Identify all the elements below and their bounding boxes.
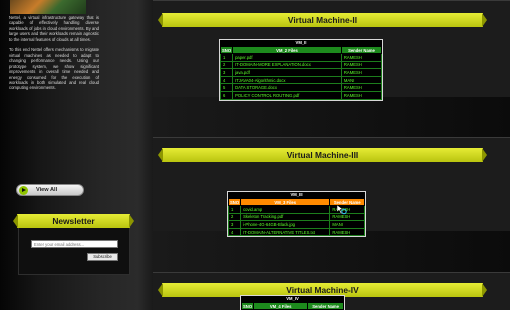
vm-ii-panel: Virtual Machine-II VM_II SNO VM_2 Files Se…	[153, 0, 510, 101]
row-number: 1	[219, 53, 234, 62]
column-header: VM_2 Files	[232, 46, 342, 54]
email-field[interactable]	[31, 240, 118, 248]
column-header: VM_4 Files	[253, 302, 309, 310]
column-header: SNO	[240, 302, 255, 310]
row-number: 3	[219, 68, 234, 77]
sender-name: RAMESH	[340, 60, 383, 70]
row-number: 1	[227, 205, 242, 214]
sender-name: RAMESH	[340, 90, 383, 100]
panel-title: Virtual Machine-II	[162, 13, 483, 27]
hero-image	[10, 0, 86, 14]
sidebar: Nettel, a virtual infrastructure gateway…	[0, 0, 144, 310]
table-row[interactable]: 1 paper.pdf RAMESH	[219, 53, 383, 62]
file-name[interactable]: covid.amp	[240, 205, 331, 214]
column-header: VM_3 Files	[240, 198, 331, 206]
view-all-label: View All	[36, 187, 58, 193]
row-number: 4	[219, 75, 234, 85]
table-row[interactable]: 6 POLICY CONTROL ROUTING.pdf RAMESH	[219, 90, 383, 100]
file-name[interactable]: IT-DOMAIN-MORE EXPLANATION.docx	[232, 60, 342, 70]
row-number: 4	[227, 227, 242, 237]
subscribe-button[interactable]: Subscribe	[87, 253, 118, 261]
column-header: SNO	[227, 198, 242, 206]
row-number: 5	[219, 83, 234, 92]
file-name[interactable]: IT-DOMAIN-ALTERNATIVE TITLES.txt	[240, 227, 331, 237]
row-number: 2	[219, 60, 234, 70]
sender-name: MANI	[329, 220, 365, 229]
table-row[interactable]: 3 i-Phone-4G-64GB-Black.jpg MANI	[227, 220, 365, 229]
table-row[interactable]: 4 IT-DOMAIN-ALTERNATIVE TITLES.txt RAMESH	[227, 227, 365, 237]
vm-iii-panel: Virtual Machine-III VM_III SNO VM_3 Files…	[153, 137, 510, 238]
table-row[interactable]: 5 DATA STORAGE.docx RAMESH	[219, 83, 383, 92]
sender-name: RAMESH	[329, 227, 365, 237]
table-row[interactable]: 2 IT-DOMAIN-MORE EXPLANATION.docx RAMESH	[219, 60, 383, 70]
vm-table: VM_IV SNOVM_4 FilesSender Name1IT-CCCN F…	[240, 295, 345, 310]
newsletter-box: Newsletter Subscribe	[17, 214, 130, 275]
file-name[interactable]: paper.pdf	[232, 53, 342, 62]
table-row[interactable]: 4 ITJAVA04-Algorithmic.docx MANI	[219, 75, 383, 85]
sender-name: RAMESH	[340, 53, 383, 62]
about-paragraph-1: Nettel, a virtual infrastructure gateway…	[9, 15, 99, 42]
page-background: Nettel, a virtual infrastructure gateway…	[0, 0, 510, 310]
row-number: 2	[227, 212, 242, 222]
row-number: 3	[227, 220, 242, 229]
vm-iv-panel: Virtual Machine-IV VM_IV SNO VM_4 Files Se…	[153, 272, 510, 310]
column-header: SNO	[219, 46, 234, 54]
about-paragraph-2: To this end Nettel offers mechanisms to …	[9, 47, 99, 91]
newsletter-title: Newsletter	[17, 214, 130, 228]
sender-name: MANI	[340, 75, 383, 85]
file-name[interactable]: Skeleton Tracking.pdf	[240, 212, 331, 222]
vm-table: VM_II SNO VM_2 Files Sender Name 1 paper.pdf…	[219, 39, 383, 101]
table-row[interactable]: 3 java.pdf RAMESH	[219, 68, 383, 77]
play-icon	[19, 185, 28, 195]
about-text: Nettel, a virtual infrastructure gateway…	[9, 15, 99, 96]
sender-name: RAMESH	[340, 68, 383, 77]
column-header: Sender Name	[340, 46, 383, 54]
column-header: Sender Name	[307, 302, 344, 310]
sender-name: RAMESH	[340, 83, 383, 92]
row-number: 6	[219, 90, 234, 100]
file-name[interactable]: java.pdf	[232, 68, 342, 77]
file-name[interactable]: POLICY CONTROL ROUTING.pdf	[232, 90, 342, 100]
view-all-button[interactable]: View All	[16, 184, 84, 196]
file-name[interactable]: ITJAVA04-Algorithmic.docx	[232, 75, 342, 85]
file-name[interactable]: i-Phone-4G-64GB-Black.jpg	[240, 220, 331, 229]
panel-title: Virtual Machine-III	[162, 148, 483, 162]
file-name[interactable]: DATA STORAGE.docx	[232, 83, 342, 92]
loading-cursor-icon	[336, 204, 347, 215]
